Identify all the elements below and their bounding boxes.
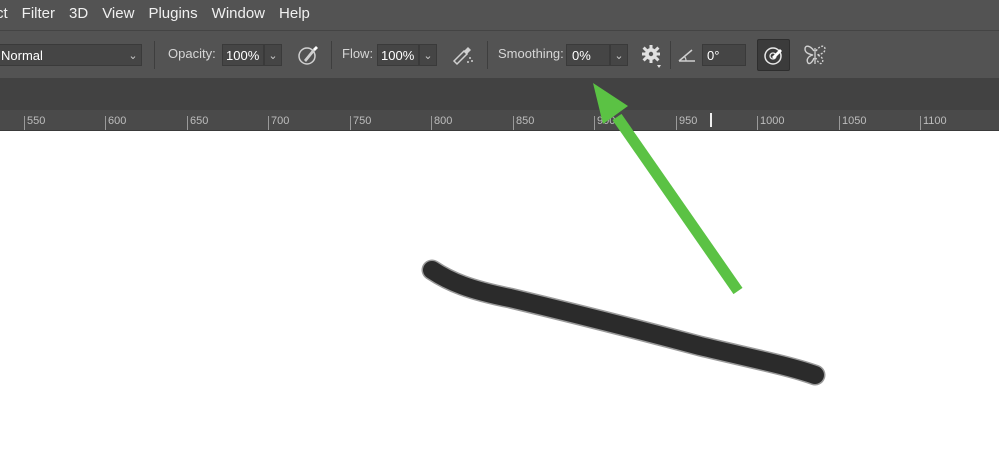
opacity-dropdown-button[interactable]: ⌄ xyxy=(264,44,282,66)
smoothing-options-gear-icon[interactable] xyxy=(640,44,664,70)
menu-item-view[interactable]: View xyxy=(95,0,141,30)
brush-angle-icon xyxy=(678,49,695,62)
opacity-input[interactable]: 100% xyxy=(222,44,264,66)
ruler-cursor-marker xyxy=(710,113,712,127)
ruler-tick xyxy=(187,116,188,130)
pen-pressure-size-icon xyxy=(764,47,782,65)
menu-bar: ct Filter 3D View Plugins Window Help xyxy=(0,0,999,30)
document-canvas[interactable] xyxy=(0,131,999,471)
ruler-tick xyxy=(839,116,840,130)
flow-input[interactable]: 100% xyxy=(377,44,419,66)
smoothing-value: 0% xyxy=(572,47,591,63)
ruler-tick xyxy=(105,116,106,130)
ruler-tick xyxy=(350,116,351,130)
horizontal-ruler: 550 600 650 700 750 800 850 900 950 1000… xyxy=(0,110,999,131)
smoothing-label: Smoothing: xyxy=(498,46,564,61)
tool-options-bar: Normal ⌄ Opacity: 100% ⌄ Flow: 100% ⌄ Sm… xyxy=(0,30,999,78)
ruler-tick-label: 1000 xyxy=(760,115,785,127)
ruler-tick xyxy=(431,116,432,130)
ruler-tick-label: 900 xyxy=(597,115,616,127)
smoothing-dropdown-button[interactable]: ⌄ xyxy=(610,44,628,66)
ruler-tick xyxy=(24,116,25,130)
symmetry-butterfly-icon[interactable] xyxy=(802,42,828,68)
menu-item-plugins[interactable]: Plugins xyxy=(141,0,204,30)
menu-item-filter[interactable]: Filter xyxy=(15,0,62,30)
ruler-tick-label: 750 xyxy=(353,115,372,127)
ruler-tick xyxy=(757,116,758,130)
flow-label: Flow: xyxy=(342,46,374,61)
ruler-tick-label: 800 xyxy=(434,115,453,127)
menu-item-window[interactable]: Window xyxy=(205,0,272,30)
menu-item-3d[interactable]: 3D xyxy=(62,0,95,30)
ruler-tick-label: 600 xyxy=(108,115,127,127)
ruler-tick xyxy=(676,116,677,130)
ruler-tick-label: 550 xyxy=(27,115,46,127)
ruler-tick xyxy=(513,116,514,130)
ruler-tick-label: 950 xyxy=(679,115,698,127)
flow-value: 100% xyxy=(381,47,415,63)
divider xyxy=(670,41,671,69)
ruler-tick-label: 1100 xyxy=(923,115,947,127)
brush-angle-value: 0° xyxy=(707,47,720,63)
document-tab-bar xyxy=(0,78,999,110)
brush-angle-input[interactable]: 0° xyxy=(702,44,746,66)
ruler-tick xyxy=(594,116,595,130)
opacity-label: Opacity: xyxy=(168,46,216,61)
divider xyxy=(331,41,332,69)
pen-pressure-opacity-icon[interactable] xyxy=(296,43,320,67)
ruler-tick-label: 650 xyxy=(190,115,209,127)
chevron-down-icon: ⌄ xyxy=(128,49,138,62)
pen-pressure-size-button[interactable] xyxy=(757,39,790,71)
ruler-tick-label: 700 xyxy=(271,115,290,127)
flow-dropdown-button[interactable]: ⌄ xyxy=(419,44,437,66)
menu-item-select[interactable]: ct xyxy=(0,0,15,30)
ruler-tick xyxy=(920,116,921,130)
divider xyxy=(487,41,488,69)
menu-item-help[interactable]: Help xyxy=(272,0,317,30)
airbrush-icon[interactable] xyxy=(450,43,476,67)
blend-mode-select[interactable]: Normal xyxy=(0,44,142,66)
smoothing-input[interactable]: 0% xyxy=(566,44,610,66)
ruler-tick xyxy=(268,116,269,130)
ruler-tick-label: 1050 xyxy=(842,115,867,127)
ruler-tick-label: 850 xyxy=(516,115,535,127)
blend-mode-value: Normal xyxy=(1,47,43,63)
opacity-value: 100% xyxy=(226,47,260,63)
divider xyxy=(154,41,155,69)
